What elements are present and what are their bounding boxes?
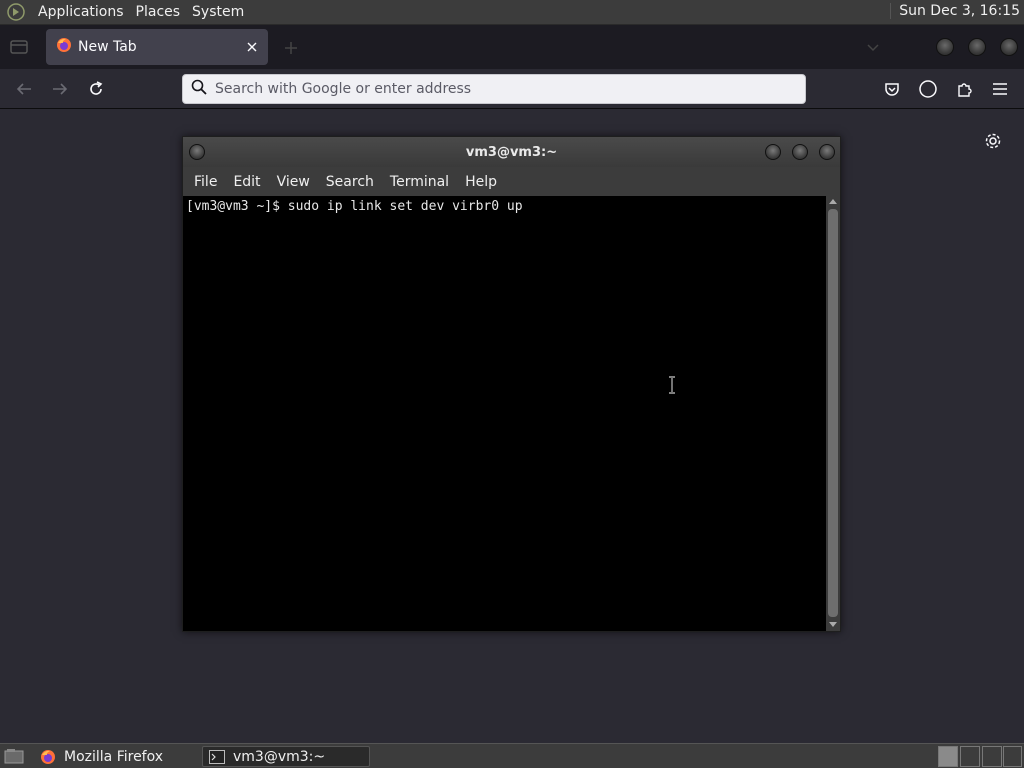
workspace-2[interactable]: [960, 746, 980, 767]
taskbar-terminal[interactable]: vm3@vm3:~: [202, 746, 370, 767]
workspace-1[interactable]: [938, 746, 958, 767]
gear-icon[interactable]: [982, 130, 1004, 152]
menu-file[interactable]: File: [187, 174, 224, 190]
taskbar-terminal-label: vm3@vm3:~: [233, 748, 326, 765]
navigation-bar: [0, 69, 1024, 109]
terminal-title: vm3@vm3:~: [465, 144, 558, 160]
workspace-3[interactable]: [982, 746, 1002, 767]
scrollbar-thumb[interactable]: [828, 209, 838, 617]
terminal-line: [vm3@vm3 ~]$ sudo ip link set dev virbr0…: [186, 199, 523, 214]
scroll-down-arrow-icon[interactable]: [829, 622, 837, 627]
workspace-4[interactable]: [1003, 746, 1022, 767]
tab-strip: New Tab: [0, 25, 1024, 69]
url-bar[interactable]: [182, 74, 806, 104]
pocket-icon[interactable]: [880, 77, 904, 101]
firefox-view-icon[interactable]: [8, 37, 30, 57]
text-cursor-icon: [668, 376, 676, 394]
show-desktop-icon[interactable]: [2, 746, 26, 766]
firefox-logo-icon: [56, 37, 72, 57]
address-input[interactable]: [215, 81, 775, 97]
clock[interactable]: Sun Dec 3, 16:15: [890, 3, 1020, 19]
terminal-maximize-button[interactable]: [792, 144, 808, 160]
reload-icon[interactable]: [84, 77, 108, 101]
terminal-close-button[interactable]: [819, 144, 835, 160]
new-tab-plus-icon[interactable]: [280, 37, 302, 59]
search-icon: [191, 79, 207, 99]
terminal-icon: [209, 749, 225, 765]
account-icon[interactable]: [916, 77, 940, 101]
terminal-menubar: File Edit View Search Terminal Help: [183, 167, 840, 196]
tab-new-tab[interactable]: New Tab: [46, 29, 268, 65]
scroll-up-arrow-icon[interactable]: [829, 199, 837, 204]
window-menu-button[interactable]: [189, 144, 205, 160]
list-all-tabs-chevron-icon[interactable]: [862, 37, 884, 59]
terminal-window[interactable]: vm3@vm3:~ File Edit View Search Terminal…: [182, 136, 841, 632]
menu-edit[interactable]: Edit: [226, 174, 267, 190]
terminal-minimize-button[interactable]: [765, 144, 781, 160]
gnome-foot-icon[interactable]: [6, 2, 26, 22]
terminal-titlebar[interactable]: vm3@vm3:~: [183, 137, 840, 167]
back-arrow-icon[interactable]: [12, 77, 36, 101]
terminal-screen[interactable]: [vm3@vm3 ~]$ sudo ip link set dev virbr0…: [183, 196, 826, 631]
menu-view[interactable]: View: [270, 174, 317, 190]
hamburger-menu-icon[interactable]: [988, 77, 1012, 101]
applications-menu[interactable]: Applications: [32, 4, 130, 20]
extensions-puzzle-icon[interactable]: [952, 77, 976, 101]
menu-search[interactable]: Search: [319, 174, 381, 190]
taskbar-firefox[interactable]: Mozilla Firefox: [34, 746, 200, 767]
maximize-window-button[interactable]: [968, 38, 986, 56]
top-panel: Applications Places System Sun Dec 3, 16…: [0, 0, 1024, 25]
forward-arrow-icon[interactable]: [48, 77, 72, 101]
close-tab-icon[interactable]: [240, 35, 264, 59]
minimize-window-button[interactable]: [936, 38, 954, 56]
bottom-taskbar: Mozilla Firefox vm3@vm3:~: [0, 743, 1024, 768]
places-menu[interactable]: Places: [130, 4, 187, 20]
firefox-logo-icon: [40, 749, 56, 765]
menu-help[interactable]: Help: [458, 174, 504, 190]
tab-title: New Tab: [78, 39, 137, 55]
menu-terminal[interactable]: Terminal: [383, 174, 456, 190]
system-menu[interactable]: System: [186, 4, 250, 20]
close-window-button[interactable]: [1000, 38, 1018, 56]
terminal-scrollbar[interactable]: [826, 196, 840, 631]
taskbar-firefox-label: Mozilla Firefox: [64, 748, 164, 765]
